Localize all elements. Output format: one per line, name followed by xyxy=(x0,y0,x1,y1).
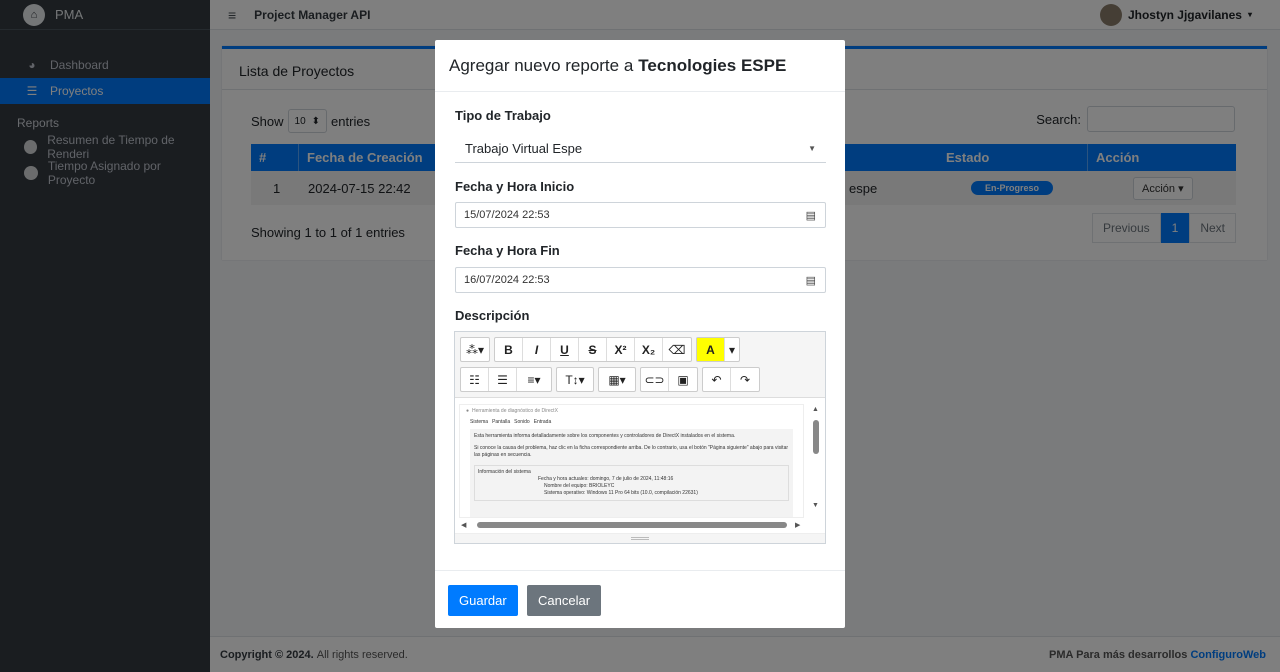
scroll-thumb[interactable] xyxy=(813,420,819,454)
cancelar-button[interactable]: Cancelar xyxy=(527,585,602,616)
embedded-text: Nombre del equipo: BRIOLEYC xyxy=(544,483,615,489)
ordered-list-icon[interactable]: ☷ xyxy=(461,368,489,391)
tipo-label: Tipo de Trabajo xyxy=(455,108,551,123)
horizontal-scrollbar[interactable]: ◀ ▶ xyxy=(459,520,804,530)
embedded-text: Si conoce la causa del problema, haz cli… xyxy=(474,445,789,458)
inicio-label: Fecha y Hora Inicio xyxy=(455,179,575,194)
fin-value: 16/07/2024 22:53 xyxy=(464,274,550,286)
embedded-window-title: ● Herramienta de diagnóstico de DirectX xyxy=(460,405,803,417)
link-icon[interactable]: ⊂⊃ xyxy=(641,368,669,391)
embedded-tab: Pantalla xyxy=(492,419,511,425)
magic-wand-icon[interactable]: ⁂▾ xyxy=(461,338,489,361)
superscript-icon[interactable]: X² xyxy=(607,338,635,361)
embedded-text: Fecha y hora actuales: domingo, 7 de jul… xyxy=(538,476,674,482)
directx-icon: ● xyxy=(466,408,470,414)
tipo-select[interactable]: Trabajo Virtual Espe ▼ xyxy=(455,135,826,163)
fin-label: Fecha y Hora Fin xyxy=(455,243,560,258)
undo-icon[interactable]: ↶ xyxy=(703,368,731,391)
bold-icon[interactable]: B xyxy=(495,338,523,361)
editor-toolbar: ⁂▾ B I U S X² X₂ ⌫ A ▾ ☷ ☰ ≡▾ T↕▾ ▦▾ ⊂⊃ … xyxy=(455,332,825,398)
align-icon[interactable]: ≡▾ xyxy=(517,368,551,391)
embedded-tabs: Sistema Pantalla Sonido Entrada xyxy=(460,417,803,427)
scroll-right-icon[interactable]: ▶ xyxy=(795,521,800,529)
tipo-value: Trabajo Virtual Espe xyxy=(465,141,583,156)
eraser-icon[interactable]: ⌫ xyxy=(663,338,691,361)
modal-title-prefix: Agregar nuevo reporte a xyxy=(449,55,634,75)
highlight-color-icon[interactable]: A xyxy=(697,338,725,361)
caret-down-icon: ▼ xyxy=(808,144,816,153)
subscript-icon[interactable]: X₂ xyxy=(635,338,663,361)
window-title-text: Herramienta de diagnóstico de DirectX xyxy=(472,408,558,414)
strikethrough-icon[interactable]: S xyxy=(579,338,607,361)
grip-icon xyxy=(631,537,649,540)
embedded-tab: Sistema xyxy=(470,419,489,425)
redo-icon[interactable]: ↷ xyxy=(731,368,759,391)
embedded-tab: Entrada xyxy=(533,419,552,425)
modal-title: Agregar nuevo reporte a Tecnologies ESPE xyxy=(435,40,845,92)
underline-icon[interactable]: U xyxy=(551,338,579,361)
embedded-text: Sistema operativo: Windows 11 Pro 64 bit… xyxy=(544,490,698,496)
embedded-tab: Sonido xyxy=(514,419,530,425)
image-icon[interactable]: ▣ xyxy=(669,368,697,391)
scroll-thumb[interactable] xyxy=(477,522,787,528)
fin-datetime-input[interactable]: 16/07/2024 22:53 ▤ xyxy=(455,267,826,293)
table-icon[interactable]: ▦▾ xyxy=(599,368,635,391)
editor-content[interactable]: ● Herramienta de diagnóstico de DirectX … xyxy=(459,404,804,518)
scroll-up-icon[interactable]: ▲ xyxy=(812,406,819,413)
vertical-scrollbar[interactable]: ▲ ▼ xyxy=(811,406,821,516)
caret-down-icon[interactable]: ▾ xyxy=(725,338,739,361)
guardar-button[interactable]: Guardar xyxy=(448,585,518,616)
unordered-list-icon[interactable]: ☰ xyxy=(489,368,517,391)
embedded-text: Información del sistema xyxy=(478,469,531,475)
descripcion-label: Descripción xyxy=(455,308,530,323)
inicio-datetime-input[interactable]: 15/07/2024 22:53 ▤ xyxy=(455,202,826,228)
modal-title-project: Tecnologies ESPE xyxy=(638,55,787,75)
add-report-modal: Agregar nuevo reporte a Tecnologies ESPE… xyxy=(435,40,845,628)
embedded-body: Esta herramienta informa detalladamente … xyxy=(470,429,793,517)
embedded-info-box: Información del sistema Fecha y hora act… xyxy=(474,465,789,501)
italic-icon[interactable]: I xyxy=(523,338,551,361)
scroll-left-icon[interactable]: ◀ xyxy=(461,521,466,529)
rich-text-editor: ⁂▾ B I U S X² X₂ ⌫ A ▾ ☷ ☰ ≡▾ T↕▾ ▦▾ ⊂⊃ … xyxy=(454,331,826,544)
calendar-icon[interactable]: ▤ xyxy=(806,209,816,222)
editor-resize-handle[interactable] xyxy=(455,533,825,543)
scroll-down-icon[interactable]: ▼ xyxy=(812,502,819,509)
text-height-icon[interactable]: T↕▾ xyxy=(557,368,593,391)
embedded-text: Esta herramienta informa detalladamente … xyxy=(474,433,736,439)
inicio-value: 15/07/2024 22:53 xyxy=(464,209,550,221)
modal-footer: Guardar Cancelar xyxy=(435,570,845,628)
calendar-icon[interactable]: ▤ xyxy=(806,274,816,287)
